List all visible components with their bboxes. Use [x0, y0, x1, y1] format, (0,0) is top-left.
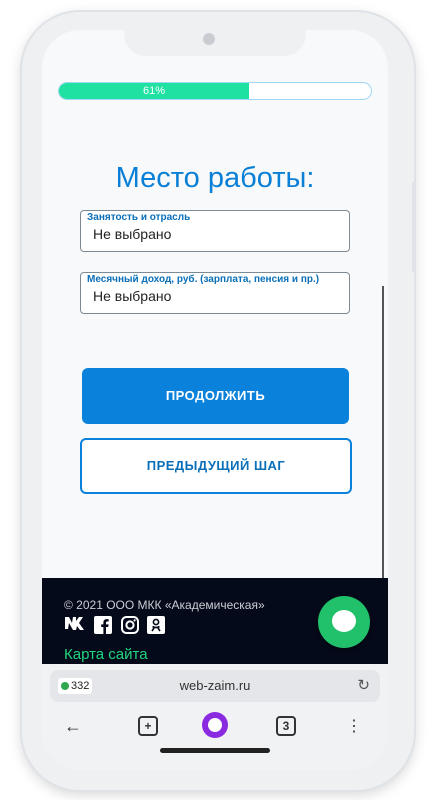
page-title: Место работы: [115, 162, 315, 194]
employment-label: Занятость и отрасль [87, 212, 191, 223]
camera-icon [203, 33, 215, 45]
browser-bar: 332 web-zaim.ru ↻ ← + 3 ⋮ [42, 664, 388, 770]
facebook-icon[interactable] [94, 616, 113, 636]
income-select[interactable]: Месячный доход, руб. (зарплата, пенсия и… [80, 272, 350, 314]
income-value: Не выбрано [93, 288, 172, 304]
scrollbar[interactable] [382, 286, 384, 578]
social-links [64, 616, 169, 638]
new-tab-icon[interactable]: + [138, 716, 158, 736]
income-label: Месячный доход, руб. (зарплата, пенсия и… [87, 274, 320, 285]
home-indicator [160, 748, 270, 753]
screen: 61% Место работы: Занятость и отрасль Не… [42, 30, 388, 770]
alice-button[interactable] [202, 712, 228, 738]
instagram-icon[interactable] [120, 616, 139, 636]
address-bar[interactable]: 332 web-zaim.ru ↻ [50, 670, 380, 702]
reload-icon[interactable]: ↻ [357, 670, 370, 702]
alice-icon-center [208, 718, 222, 732]
chat-button[interactable] [318, 596, 370, 648]
previous-step-button[interactable]: ПРЕДЫДУЩИЙ ШАГ [80, 438, 352, 494]
employment-value: Не выбрано [93, 226, 172, 242]
notch [124, 30, 306, 56]
progress-label: 61% [142, 85, 166, 97]
sitemap-link[interactable]: Карта сайта [64, 646, 148, 663]
continue-button[interactable]: ПРОДОЛЖИТЬ [82, 368, 349, 424]
employment-select[interactable]: Занятость и отрасль Не выбрано [80, 210, 350, 252]
vk-icon[interactable] [64, 616, 86, 636]
url-text: web-zaim.ru [179, 678, 251, 693]
phone-side-button [412, 182, 416, 272]
progress-bar: 61% [58, 82, 372, 100]
new-tab-wrapper: + [138, 716, 158, 736]
odnoklassniki-icon[interactable] [147, 616, 166, 636]
menu-dots-icon[interactable]: ⋮ [346, 716, 362, 736]
chat-icon [332, 610, 356, 632]
tabs-count-icon[interactable]: 3 [276, 716, 296, 736]
copyright: © 2021 ООО МКК «Академическая» [64, 598, 265, 612]
tabs-wrapper: 3 [276, 716, 296, 736]
alice-icon [202, 712, 228, 738]
back-arrow-icon[interactable]: ← [64, 716, 82, 737]
